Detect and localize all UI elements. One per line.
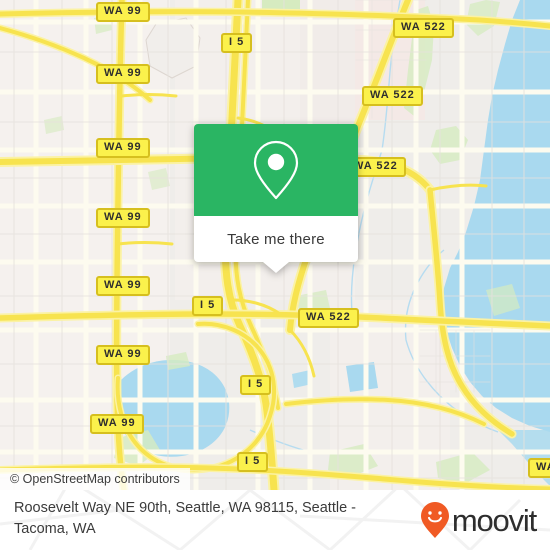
map-page: .water{fill:#a9d9ef} .park{fill:#d6ebc0}…	[0, 0, 550, 550]
popup-pointer-tip	[263, 262, 289, 273]
popup-card-action[interactable]: Take me there	[194, 216, 358, 262]
highway-shield: WA 522	[393, 18, 454, 38]
address-text: Roosevelt Way NE 90th, Seattle, WA 98115…	[14, 500, 356, 537]
footer-bar: Roosevelt Way NE 90th, Seattle, WA 98115…	[0, 490, 550, 550]
highway-shield: WA 99	[96, 208, 150, 228]
highway-shield: WA 99	[96, 276, 150, 296]
location-popup-card[interactable]: Take me there	[194, 124, 358, 273]
moovit-pin-smiley-icon	[420, 502, 449, 538]
highway-shield: WA 99	[96, 138, 150, 158]
osm-attribution: © OpenStreetMap contributors	[0, 468, 190, 490]
highway-shield: WA 99	[96, 345, 150, 365]
highway-shield: I 5	[221, 33, 253, 53]
highway-shield: I 5	[240, 375, 272, 395]
highway-shield: WA 522	[298, 308, 359, 328]
moovit-logo[interactable]: moovit	[420, 502, 537, 538]
moovit-wordmark: moovit	[451, 502, 537, 538]
highway-shield: WA 99	[96, 64, 150, 84]
highway-shield: WA	[528, 458, 550, 478]
popup-card-header	[194, 124, 358, 216]
take-me-there-label: Take me there	[227, 230, 325, 248]
map-pin-icon	[253, 140, 299, 200]
highway-shield: I 5	[192, 296, 224, 316]
highway-shield: I 5	[237, 452, 269, 472]
highway-shield: WA 522	[362, 86, 423, 106]
highway-shield: WA 99	[90, 414, 144, 434]
highway-shield: WA 99	[96, 2, 150, 22]
